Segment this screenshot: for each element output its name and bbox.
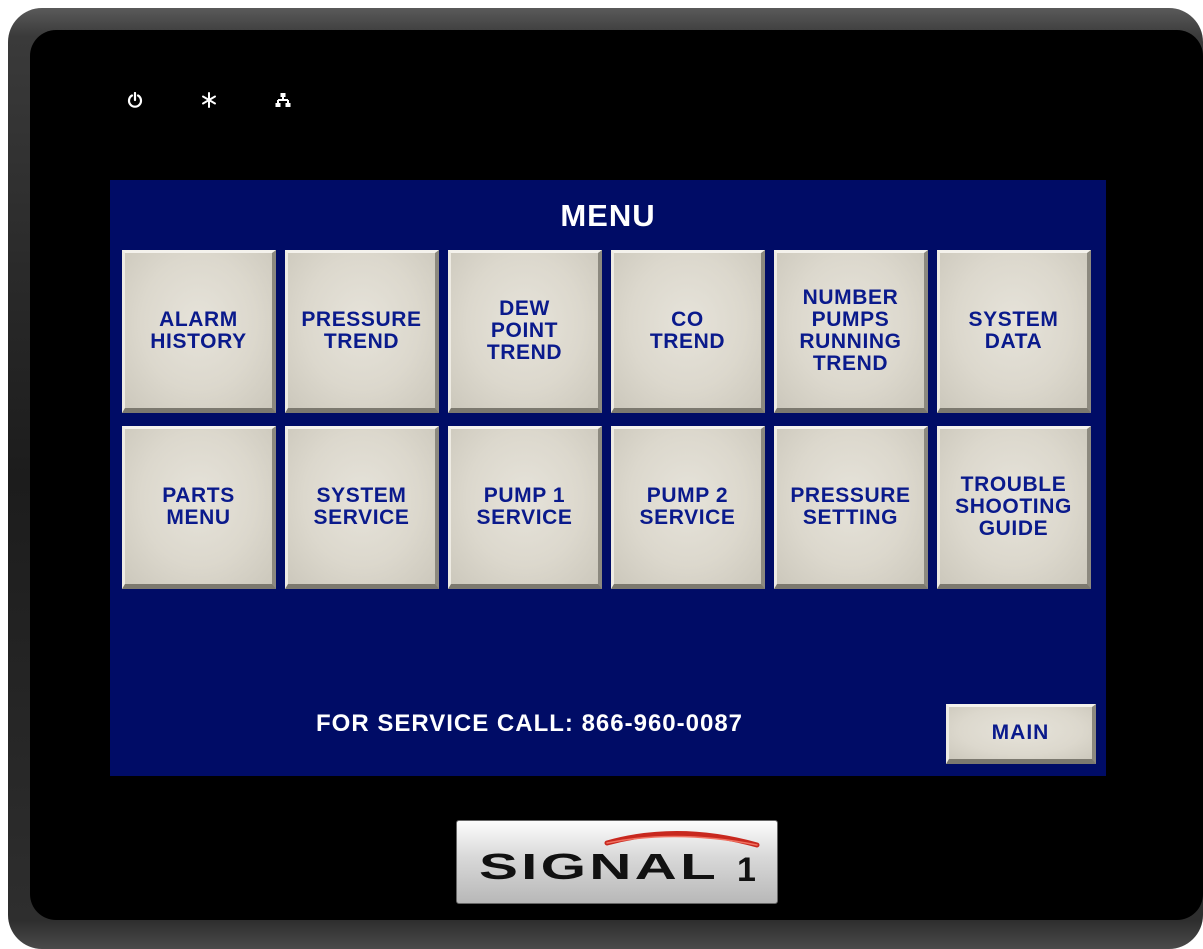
parts-menu-button[interactable]: PARTS MENU [122,426,276,589]
network-icon [273,90,293,110]
menu-button-grid: ALARM HISTORY PRESSURE TREND DEW POINT TREND… [122,250,1104,590]
button-label: PRESSURE [301,307,422,331]
button-label: MENU [166,505,231,529]
hmi-screen: MENU ALARM HISTORY PRESSURE TREND DEW POINT… [110,180,1106,776]
button-label: DEW [499,296,550,320]
pump-2-service-button[interactable]: PUMP 2 SERVICE [611,426,765,589]
button-label: TREND [812,351,889,375]
brand-logo: SIGNAL 1 [456,820,778,904]
pump-1-service-button[interactable]: PUMP 1 SERVICE [448,426,602,589]
status-indicators [125,88,347,112]
system-data-button[interactable]: SYSTEM DATA [937,250,1091,413]
button-label: PUMP 2 [646,483,729,507]
button-label: PARTS [162,483,235,507]
button-label: HISTORY [150,329,247,353]
pressure-setting-button[interactable]: PRESSURE SETTING [774,426,928,589]
button-label: NUMBER [802,285,899,309]
trouble-shooting-guide-button[interactable]: TROUBLE SHOOTING GUIDE [937,426,1091,589]
button-label: PUMPS [811,307,890,331]
button-label: SYSTEM [968,307,1059,331]
power-icon [125,90,145,110]
button-label: SERVICE [313,505,410,529]
button-label: DATA [984,329,1043,353]
alarm-history-button[interactable]: ALARM HISTORY [122,250,276,413]
button-label: SERVICE [476,505,573,529]
asterisk-icon [199,90,219,110]
button-label: POINT [490,318,559,342]
system-service-button[interactable]: SYSTEM SERVICE [285,426,439,589]
service-phone-text: FOR SERVICE CALL: 866-960-0087 [316,710,744,737]
page-title: MENU [560,198,656,233]
button-label: TREND [649,329,726,353]
button-label: SETTING [802,505,899,529]
button-label: SHOOTING [955,494,1072,518]
button-label: RUNNING [799,329,902,353]
button-label: SYSTEM [316,483,407,507]
pressure-trend-button[interactable]: PRESSURE TREND [285,250,439,413]
main-button-label: MAIN [991,721,1050,744]
button-label: TROUBLE [960,472,1067,496]
dew-point-trend-button[interactable]: DEW POINT TREND [448,250,602,413]
button-label: TREND [486,340,563,364]
number-pumps-running-trend-button[interactable]: NUMBER PUMPS RUNNING TREND [774,250,928,413]
co-trend-button[interactable]: CO TREND [611,250,765,413]
button-label: GUIDE [978,516,1049,540]
button-label: ALARM [159,307,238,331]
button-label: TREND [323,329,400,353]
main-button[interactable]: MAIN [946,704,1096,764]
button-label: PUMP 1 [483,483,566,507]
logo-wordmark: SIGNAL [479,846,719,887]
button-label: SERVICE [639,505,736,529]
button-label: PRESSURE [790,483,911,507]
logo-number: 1 [737,851,756,889]
button-label: CO [671,307,704,331]
